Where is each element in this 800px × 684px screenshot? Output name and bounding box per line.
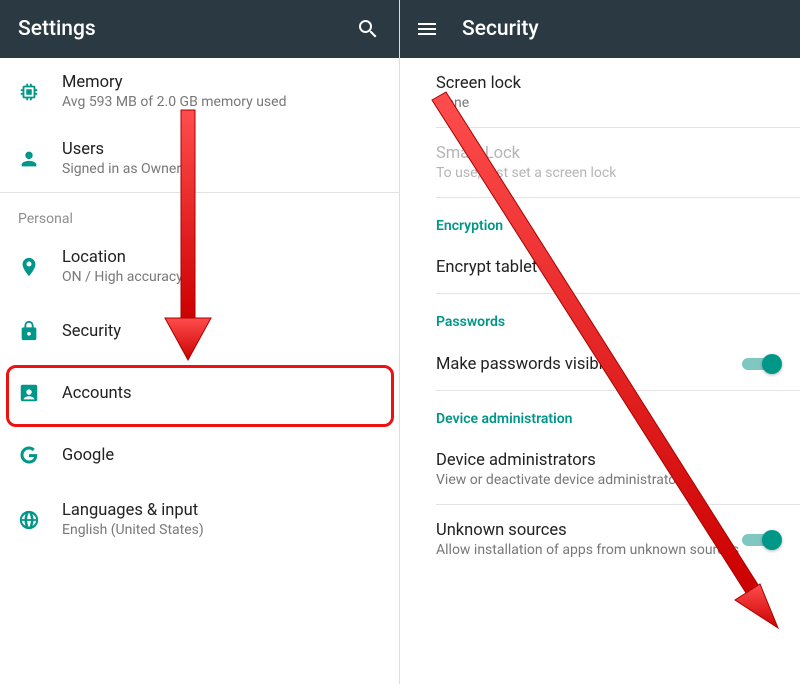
settings-panel: Settings Memory Avg 593 MB of 2.0 GB mem… bbox=[0, 0, 400, 684]
section-personal: Personal bbox=[0, 193, 399, 233]
row-make-passwords-visible[interactable]: Make passwords visible bbox=[400, 338, 800, 390]
section-encrypt: Encryption bbox=[400, 198, 800, 242]
item-title: Languages & input bbox=[62, 501, 381, 520]
settings-item-location[interactable]: Location ON / High accuracy bbox=[0, 233, 399, 300]
google-icon bbox=[18, 444, 62, 466]
item-sub: English (United States) bbox=[62, 522, 381, 538]
account-icon bbox=[18, 382, 62, 404]
item-title: Accounts bbox=[62, 384, 381, 403]
row-title: Encrypt tablet bbox=[436, 258, 782, 277]
row-unknown-sources[interactable]: Unknown sources Allow installation of ap… bbox=[400, 505, 800, 574]
security-list[interactable]: Screen lock None Smart Lock To use, firs… bbox=[400, 58, 800, 684]
row-title: Smart Lock bbox=[436, 144, 782, 163]
lock-icon bbox=[18, 320, 62, 342]
toggle-unknown-sources[interactable] bbox=[742, 530, 782, 550]
item-title: Security bbox=[62, 322, 381, 341]
item-sub: ON / High accuracy bbox=[62, 269, 381, 285]
settings-item-google[interactable]: Google bbox=[0, 424, 399, 486]
globe-icon bbox=[18, 509, 62, 531]
row-encrypt-tablet[interactable]: Encrypt tablet bbox=[400, 242, 800, 293]
row-sub: View or deactivate device administrators bbox=[436, 472, 782, 488]
row-device-admins[interactable]: Device administrators View or deactivate… bbox=[400, 435, 800, 504]
settings-item-users[interactable]: Users Signed in as Owner bbox=[0, 125, 399, 192]
memory-icon bbox=[18, 81, 62, 103]
appbar-title: Security bbox=[462, 17, 782, 41]
row-sub: Allow installation of apps from unknown … bbox=[436, 542, 742, 558]
user-icon bbox=[18, 148, 62, 170]
item-title: Google bbox=[62, 446, 381, 465]
settings-item-memory[interactable]: Memory Avg 593 MB of 2.0 GB memory used bbox=[0, 58, 399, 125]
location-icon bbox=[18, 256, 62, 278]
appbar-title: Settings bbox=[18, 17, 341, 41]
item-title: Users bbox=[62, 140, 381, 159]
row-smart-lock: Smart Lock To use, first set a screen lo… bbox=[400, 128, 800, 197]
row-sub: None bbox=[436, 95, 782, 111]
item-title: Location bbox=[62, 248, 381, 267]
search-icon[interactable] bbox=[355, 16, 381, 42]
appbar-security: Security bbox=[400, 0, 800, 58]
section-device-admin: Device administration bbox=[400, 391, 800, 435]
security-panel: Security Screen lock None Smart Lock To … bbox=[400, 0, 800, 684]
toggle-passwords-visible[interactable] bbox=[742, 354, 782, 374]
row-title: Make passwords visible bbox=[436, 355, 742, 374]
row-title: Device administrators bbox=[436, 451, 782, 470]
item-title: Memory bbox=[62, 73, 381, 92]
settings-item-languages[interactable]: Languages & input English (United States… bbox=[0, 486, 399, 553]
row-sub: To use, first set a screen lock bbox=[436, 165, 782, 181]
settings-list[interactable]: Memory Avg 593 MB of 2.0 GB memory used … bbox=[0, 58, 399, 684]
row-title: Screen lock bbox=[436, 74, 782, 93]
appbar-settings: Settings bbox=[0, 0, 399, 58]
section-passwords: Passwords bbox=[400, 294, 800, 338]
settings-item-security[interactable]: Security bbox=[0, 300, 399, 362]
item-sub: Signed in as Owner bbox=[62, 161, 381, 177]
item-sub: Avg 593 MB of 2.0 GB memory used bbox=[62, 94, 381, 110]
settings-item-accounts[interactable]: Accounts bbox=[0, 362, 399, 424]
row-title: Unknown sources bbox=[436, 521, 742, 540]
menu-icon[interactable] bbox=[414, 16, 440, 42]
row-screen-lock[interactable]: Screen lock None bbox=[400, 58, 800, 127]
